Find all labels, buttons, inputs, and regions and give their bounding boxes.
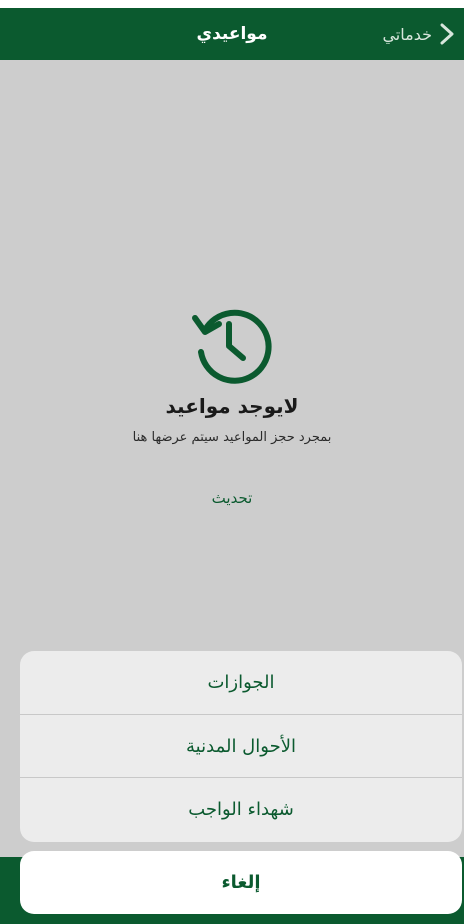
- empty-state-description: بمجرد حجز المواعيد سيتم عرضها هنا: [132, 430, 332, 445]
- nav-header: مواعيدي خدماتي: [0, 8, 464, 60]
- history-icon: [192, 309, 272, 384]
- option-civil-affairs[interactable]: الأحوال المدنية: [20, 715, 462, 779]
- option-passports[interactable]: الجوازات: [20, 651, 462, 715]
- screen: مواعيدي خدماتي لايوجد مواعيد بمجرد حجز ا…: [0, 0, 464, 924]
- cancel-button[interactable]: إلغاء: [20, 851, 462, 914]
- status-bar: [0, 0, 464, 8]
- chevron-right-icon: [440, 23, 454, 45]
- back-button[interactable]: خدماتي: [382, 8, 454, 60]
- action-sheet: الجوازات الأحوال المدنية شهداء الواجب: [20, 651, 462, 842]
- option-martyrs-of-duty[interactable]: شهداء الواجب: [20, 778, 462, 842]
- back-button-label: خدماتي: [382, 24, 432, 44]
- empty-state-title: لايوجد مواعيد: [165, 394, 299, 418]
- empty-state: لايوجد مواعيد بمجرد حجز المواعيد سيتم عر…: [0, 300, 464, 511]
- refresh-button[interactable]: تحديث: [202, 485, 263, 511]
